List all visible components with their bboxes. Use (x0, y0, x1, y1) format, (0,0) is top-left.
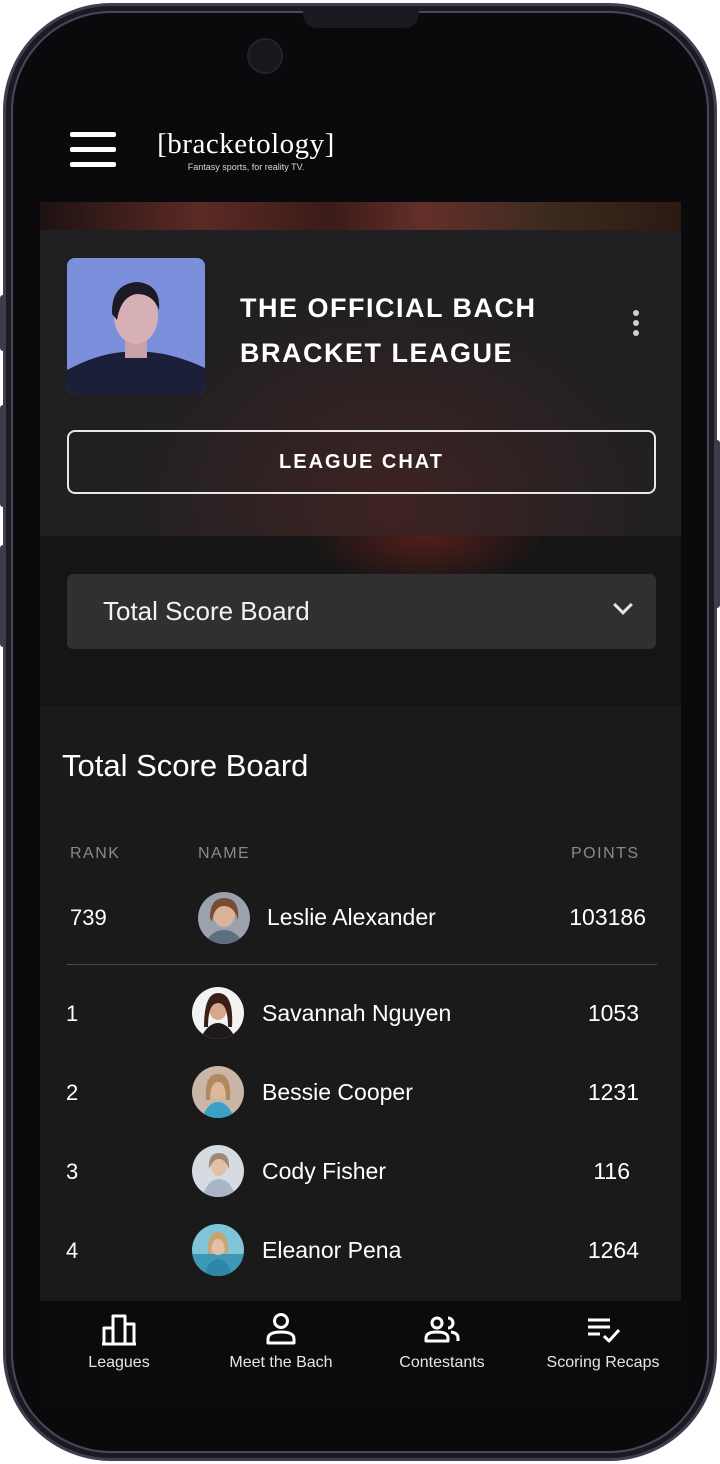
row-rank: 2 (66, 1080, 79, 1105)
row-rank: 1 (66, 1001, 79, 1026)
column-header-name: NAME (198, 845, 251, 862)
avatar (192, 1066, 244, 1118)
row-points: 1231 (587, 1079, 639, 1105)
row-points: 1053 (587, 1000, 639, 1026)
scoreboard-select[interactable]: Total Score Board (67, 574, 656, 649)
group-icon (424, 1316, 460, 1343)
phone-side-button (0, 545, 6, 647)
nav-item-leagues[interactable]: Leagues (39, 1312, 199, 1376)
chevron-down-icon (613, 595, 633, 615)
avatar (192, 1145, 244, 1197)
nav-label: Contestants (399, 1354, 485, 1371)
person-icon (266, 1313, 296, 1345)
nav-item-meet-the-bach[interactable]: Meet the Bach (201, 1312, 361, 1376)
scoreboard-select-value: Total Score Board (103, 596, 310, 626)
phone-side-button (714, 440, 720, 608)
table-row[interactable]: 4 Eleanor Pena 1264 (0, 1215, 720, 1285)
leaderboard-icon (102, 1314, 136, 1346)
front-camera (247, 38, 283, 74)
logo-text: [bracketology] (157, 128, 335, 160)
row-name: Cody Fisher (262, 1158, 386, 1184)
avatar (198, 892, 250, 944)
hero-banner-image (40, 202, 681, 232)
row-name: Bessie Cooper (262, 1079, 413, 1105)
column-header-points: POINTS (571, 845, 640, 862)
nav-item-contestants[interactable]: Contestants (362, 1312, 522, 1376)
table-row[interactable]: 3 Cody Fisher 116 (0, 1136, 720, 1206)
avatar (192, 987, 244, 1039)
current-user-row[interactable]: 739 Leslie Alexander 103186 (0, 883, 720, 953)
league-avatar (67, 258, 205, 394)
scoreboard-title: Total Score Board (62, 748, 309, 783)
row-rank: 739 (70, 905, 107, 930)
column-header-rank: RANK (70, 845, 121, 862)
row-name: Leslie Alexander (267, 904, 436, 930)
row-points: 103186 (569, 904, 646, 930)
hamburger-menu-icon[interactable] (70, 130, 116, 170)
league-chat-button[interactable]: LEAGUE CHAT (67, 430, 656, 494)
phone-side-button (0, 405, 6, 507)
nav-item-scoring-recaps[interactable]: Scoring Recaps (523, 1312, 683, 1376)
table-row[interactable]: 1 Savannah Nguyen 1053 (0, 978, 720, 1048)
nav-label: Meet the Bach (229, 1354, 333, 1371)
nav-label: Leagues (88, 1354, 150, 1371)
checklist-icon (588, 1318, 621, 1343)
phone-side-button (0, 295, 6, 351)
phone-speaker (303, 8, 419, 28)
divider (67, 964, 657, 965)
nav-label: Scoring Recaps (546, 1354, 660, 1371)
row-points: 1264 (587, 1237, 639, 1263)
app-logo: [bracketology] Fantasy sports, for reali… (156, 124, 336, 180)
row-points: 116 (593, 1158, 630, 1184)
row-name: Savannah Nguyen (262, 1000, 452, 1026)
table-row[interactable]: 2 Bessie Cooper 1231 (0, 1057, 720, 1127)
row-rank: 4 (66, 1238, 79, 1263)
avatar (192, 1224, 244, 1276)
row-name: Eleanor Pena (262, 1237, 402, 1263)
league-title: THE OFFICIAL BACH BRACKET LEAGUE (240, 293, 537, 368)
row-rank: 3 (66, 1159, 79, 1184)
more-options-icon[interactable] (630, 310, 642, 342)
